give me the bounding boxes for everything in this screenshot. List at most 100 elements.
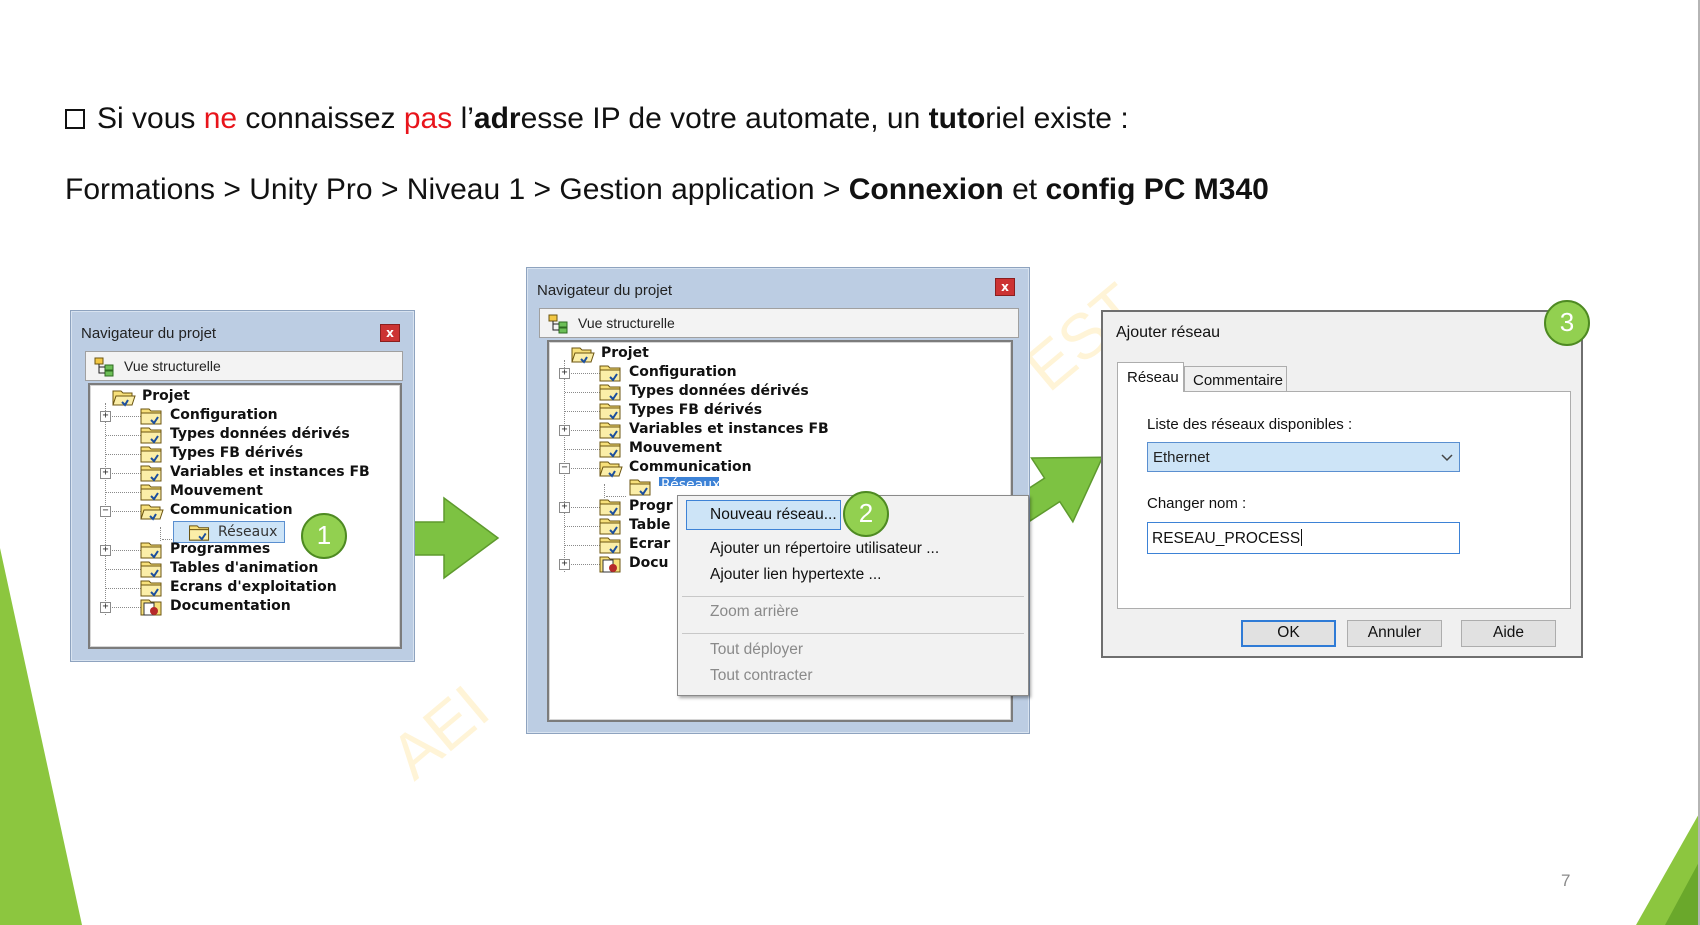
project-tree: Projet + Configuration Types données dér… (88, 383, 402, 649)
expand-icon[interactable]: + (559, 368, 570, 379)
rename-label: Changer nom : (1147, 495, 1247, 512)
node-label: Configuration (629, 364, 737, 380)
window-title: Navigateur du projet (81, 325, 217, 342)
menu-item-zoom-out[interactable]: Zoom arrière (710, 603, 799, 621)
node-label: Communication (170, 502, 293, 518)
folder-icon (629, 479, 651, 496)
page-number: 7 (1561, 871, 1571, 890)
folder-open-icon (140, 504, 164, 521)
folder-icon (599, 441, 621, 458)
text-segment: connaissez (237, 102, 404, 135)
folder-icon (599, 422, 621, 439)
node-label: Mouvement (629, 440, 722, 456)
menu-separator (682, 633, 1024, 634)
text-caret (1301, 529, 1303, 546)
step-badge-2: 2 (843, 491, 889, 537)
node-label: Types données dérivés (170, 426, 350, 442)
expand-icon[interactable]: + (559, 502, 570, 513)
expand-icon[interactable]: + (559, 559, 570, 570)
breadcrumb-bold: config PC M340 (1045, 173, 1269, 206)
breadcrumb-text: Formations > Unity Pro > Niveau 1 > Gest… (65, 173, 849, 206)
ok-button[interactable]: OK (1241, 620, 1336, 647)
network-select[interactable]: Ethernet (1147, 442, 1460, 472)
structure-view-icon (548, 314, 568, 334)
node-label-selected: Réseaux (659, 477, 719, 486)
node-label: Réseaux (218, 524, 278, 540)
view-label: Vue structurelle (124, 358, 221, 374)
node-label: Progr (629, 498, 673, 514)
menu-item-expand-all[interactable]: Tout déployer (710, 641, 803, 659)
node-label: Types FB dérivés (629, 402, 763, 418)
network-name-input[interactable]: RESEAU_PROCESS (1147, 522, 1460, 554)
node-label: Ecrans d'exploitation (170, 579, 337, 595)
folder-icon (599, 499, 621, 516)
node-label: Documentation (170, 598, 291, 614)
text-segment: riel existe : (985, 102, 1129, 135)
menu-item-add-hyperlink[interactable]: Ajouter lien hypertexte ... (710, 566, 881, 584)
chevron-down-icon (1441, 454, 1453, 462)
folder-icon (599, 518, 621, 535)
menu-separator (682, 596, 1024, 597)
folder-icon (189, 525, 210, 541)
network-select-value: Ethernet (1153, 449, 1210, 466)
structure-view-icon (94, 357, 114, 377)
folder-icon (140, 542, 162, 559)
text-segment-red: pas (403, 102, 453, 135)
text-segment: esse IP de votre automate, un (520, 102, 929, 135)
node-label: Configuration (170, 407, 278, 423)
menu-item-add-user-directory[interactable]: Ajouter un répertoire utilisateur ... (710, 540, 939, 558)
breadcrumb-path: Formations > Unity Pro > Niveau 1 > Gest… (65, 173, 1269, 207)
tab-commentaire[interactable]: Commentaire (1184, 366, 1287, 392)
node-label: Communication (629, 459, 752, 475)
node-label: Docu (629, 555, 669, 571)
node-label: Mouvement (170, 483, 263, 499)
folder-icon (140, 580, 162, 597)
folder-open-icon (599, 461, 623, 478)
expand-icon[interactable]: + (100, 545, 111, 556)
tree-node-reseaux-selected[interactable]: Réseaux (173, 521, 285, 543)
view-selector[interactable]: Vue structurelle (539, 308, 1019, 338)
text-segment-red: ne (203, 102, 238, 135)
documentation-icon (599, 556, 621, 573)
cancel-button[interactable]: Annuler (1347, 620, 1442, 647)
folder-icon (599, 537, 621, 554)
folder-icon (599, 403, 621, 420)
expand-icon[interactable]: + (100, 602, 111, 613)
node-label: Table (629, 517, 671, 533)
node-label: Projet (601, 345, 649, 361)
intro-line: Si vous ne connaissez pas l’adresse IP d… (65, 102, 1129, 136)
node-label: Projet (142, 388, 190, 404)
text-segment: l’ (452, 102, 474, 135)
dialog-title: Ajouter réseau (1116, 324, 1221, 341)
close-button[interactable]: x (995, 278, 1015, 296)
folder-icon (140, 427, 162, 444)
expand-icon[interactable]: + (559, 425, 570, 436)
project-navigator-window-1: Navigateur du projet x Vue structurelle … (70, 310, 415, 662)
node-label: Tables d'animation (170, 560, 319, 576)
folder-icon (140, 408, 162, 425)
help-button[interactable]: Aide (1461, 620, 1556, 647)
folder-icon (140, 484, 162, 501)
node-label: Variables et instances FB (170, 464, 370, 480)
expand-icon[interactable]: + (100, 411, 111, 422)
node-label: Programmes (170, 541, 271, 557)
breadcrumb-text: et (1003, 173, 1046, 206)
view-selector[interactable]: Vue structurelle (85, 351, 403, 381)
menu-item-new-network[interactable]: Nouveau réseau... (710, 506, 837, 524)
tab-reseau[interactable]: Réseau (1117, 362, 1184, 392)
collapse-icon[interactable]: − (100, 506, 111, 517)
step-badge-1: 1 (301, 513, 347, 559)
node-label: Types données dérivés (629, 383, 809, 399)
folder-icon (140, 446, 162, 463)
add-network-dialog: Ajouter réseau Réseau Commentaire Liste … (1101, 310, 1583, 658)
expand-icon[interactable]: + (100, 468, 111, 479)
folder-icon (599, 384, 621, 401)
text-segment-bold: adr (473, 102, 521, 135)
folder-icon (140, 465, 162, 482)
node-label: Variables et instances FB (629, 421, 829, 437)
step-badge-3: 3 (1544, 300, 1590, 346)
collapse-icon[interactable]: − (559, 463, 570, 474)
close-button[interactable]: x (380, 324, 400, 342)
menu-item-collapse-all[interactable]: Tout contracter (710, 667, 813, 685)
node-label: Ecrar (629, 536, 671, 552)
